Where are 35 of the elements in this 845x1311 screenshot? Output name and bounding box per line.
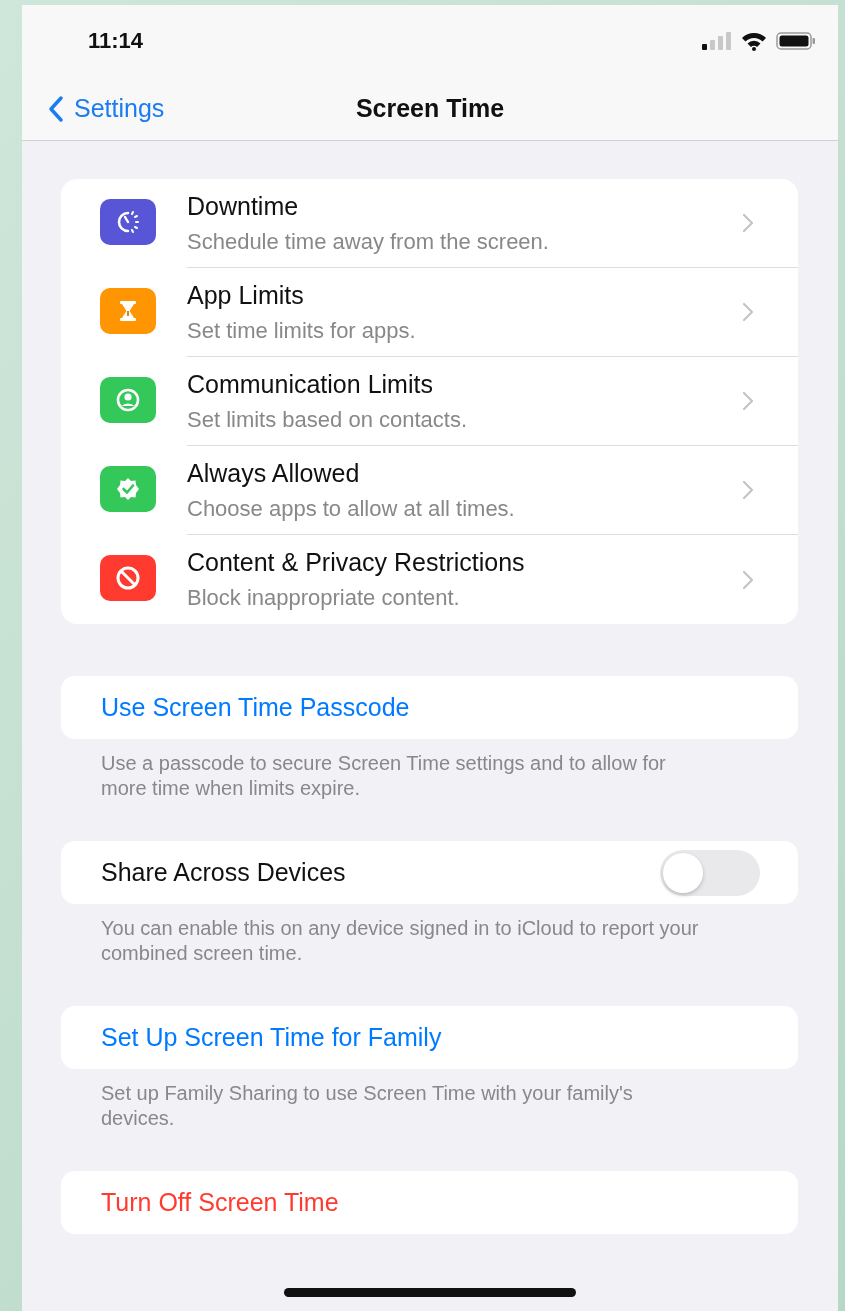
action-button[interactable]: Use Screen Time Passcode <box>61 676 798 739</box>
chevron-icon <box>742 391 754 411</box>
feature-row[interactable]: Downtime Schedule time away from the screen. <box>61 179 798 268</box>
setting-label: Share Across Devices <box>101 858 347 887</box>
chevron-icon <box>742 480 754 500</box>
toggle-switch[interactable] <box>660 849 760 896</box>
action-button[interactable]: Turn Off Screen Time <box>61 1171 798 1234</box>
action-button[interactable]: Set Up Screen Time for Family <box>61 1006 798 1069</box>
feature-title: App Limits <box>187 280 305 310</box>
chevron-icon <box>742 569 754 590</box>
footer-note: You can enable this on any device signed in to iCloud to report your combined screen time. <box>101 916 700 966</box>
battery-icon <box>776 31 816 51</box>
feature-subtitle: Schedule time away from the screen. <box>187 228 549 255</box>
footer-note: Set up Family Sharing to use Screen Time with your family's devices. <box>101 1081 634 1131</box>
chevron-icon <box>742 213 754 233</box>
signal-icon <box>702 32 732 50</box>
chevron-icon <box>742 302 754 322</box>
feature-subtitle: Set limits based on contacts. <box>187 406 468 433</box>
feature-title: Downtime <box>187 191 300 221</box>
status-time: 11:14 <box>88 28 144 54</box>
feature-title: Always Allowed <box>187 458 361 488</box>
feature-subtitle: Set time limits for apps. <box>187 317 416 344</box>
feature-row[interactable]: App Limits Set time limits for apps. <box>61 268 798 357</box>
feature-row[interactable]: Content & Privacy Restrictions Block inappropriate content. <box>61 535 798 624</box>
footer-note: Use a passcode to secure Screen Time settings and to allow for more time when limits expire. <box>101 751 667 801</box>
feature-subtitle: Choose apps to allow at all times. <box>187 495 515 522</box>
wifi-icon <box>740 31 768 51</box>
feature-row[interactable]: Always Allowed Choose apps to allow at all times. <box>61 446 798 535</box>
back-chevron-icon <box>48 94 64 123</box>
feature-row[interactable]: Communication Limits Set limits based on contacts. <box>61 357 798 446</box>
nav-title: Screen Time <box>355 94 505 123</box>
feature-title: Content & Privacy Restrictions <box>187 548 525 577</box>
feature-title: Communication Limits <box>187 369 434 399</box>
back-button[interactable]: Settings <box>22 94 165 123</box>
feature-subtitle: Block inappropriate content. <box>187 585 461 611</box>
